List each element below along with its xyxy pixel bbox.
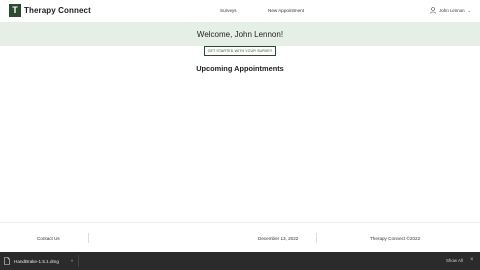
welcome-heading: Welcome, John Lennon! (196, 30, 284, 39)
get-started-survey-button[interactable]: GET STARTED WITH YOUR SURVEY (204, 46, 276, 56)
user-menu[interactable]: John Lennon ⌄ (430, 7, 471, 14)
page: T Therapy Connect Surveys New Appointmen… (0, 0, 480, 270)
logo-mark-icon: T (9, 4, 21, 17)
upcoming-appointments-heading: Upcoming Appointments (196, 64, 284, 73)
footer: Contact Us December 13, 2022 Therapy Con… (0, 222, 480, 252)
logo-text: Therapy Connect (24, 6, 91, 15)
user-name: John Lennon (439, 8, 465, 13)
downloads-separator (78, 255, 79, 267)
chevron-up-icon[interactable]: ^ (71, 259, 73, 264)
user-icon (430, 7, 437, 14)
welcome-banner: Welcome, John Lennon! (0, 22, 480, 46)
chevron-down-icon: ⌄ (467, 8, 471, 13)
show-all-button[interactable]: Show All (446, 258, 463, 263)
footer-divider (316, 233, 317, 243)
file-icon (4, 257, 10, 265)
nav-link-new-appointment[interactable]: New Appointment (268, 8, 304, 13)
top-nav-bar: T Therapy Connect Surveys New Appointmen… (0, 0, 480, 22)
download-file-name: HandBrake-1.5.1.dmg (14, 258, 59, 264)
footer-copyright: Therapy Connect ©2022 (370, 236, 421, 241)
close-icon[interactable]: × (470, 257, 474, 263)
footer-divider (88, 233, 89, 243)
nav-link-surveys[interactable]: Surveys (220, 8, 237, 13)
downloads-bar: HandBrake-1.5.1.dmg ^ Show All × (0, 252, 480, 270)
logo[interactable]: T Therapy Connect (9, 4, 91, 17)
download-item[interactable]: HandBrake-1.5.1.dmg ^ (4, 255, 73, 267)
footer-date: December 13, 2022 (258, 236, 299, 241)
contact-us-link[interactable]: Contact Us (37, 236, 60, 241)
